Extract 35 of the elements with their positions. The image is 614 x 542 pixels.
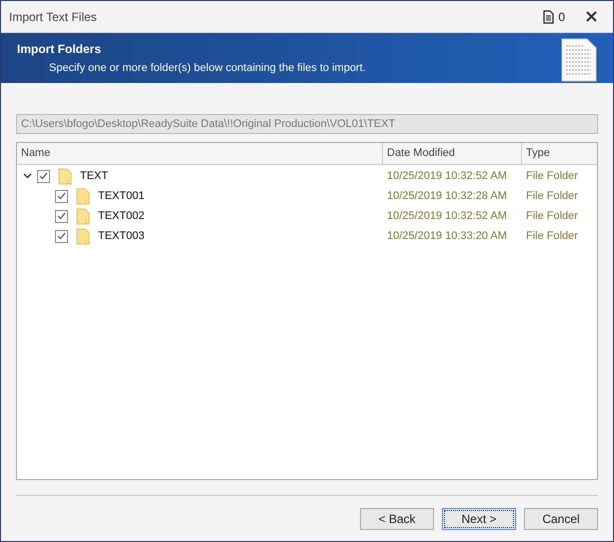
folder-icon [58, 168, 72, 184]
folder-name: TEXT002 [98, 208, 144, 224]
table-cell-text: File Folder [525, 168, 578, 184]
table-cell-text: File Folder [525, 208, 578, 224]
folder-name: TEXT003 [98, 228, 144, 244]
table-cell-text: 10/25/2019 10:32:52 AM [386, 168, 508, 184]
checkbox[interactable] [37, 170, 50, 182]
table-cell-text: File Folder [525, 228, 578, 244]
dialog-button[interactable]: Next > [442, 508, 516, 530]
column-header[interactable]: Name [17, 143, 383, 164]
table-cell-text: File Folder [525, 188, 578, 204]
banner-subtitle: Specify one or more folder(s) below containing the files to import. [48, 60, 367, 76]
table-cell-text: 10/25/2019 10:32:52 AM [386, 208, 508, 224]
banner-title: Import Folders [17, 40, 102, 58]
document-icon [543, 10, 554, 24]
column-header[interactable]: Date Modified [383, 143, 522, 164]
folder-icon [76, 188, 90, 204]
checkbox[interactable] [55, 210, 68, 222]
file-count: 0 [558, 8, 565, 26]
chevron-down-icon[interactable] [22, 173, 32, 179]
window-title: Import Text Files [9, 8, 98, 26]
column-header[interactable]: Type [522, 143, 597, 164]
folder-icon [76, 208, 90, 224]
dialog-button[interactable]: Cancel [524, 508, 598, 530]
table-cell-text: 10/25/2019 10:33:20 AM [386, 228, 508, 244]
checkbox[interactable] [55, 190, 68, 202]
document-icon [561, 38, 597, 82]
path-field[interactable]: C:\Users\bfogo\Desktop\ReadySuite Data\!!Original Production\VOL01\TEXT [16, 114, 598, 134]
folder-icon [76, 228, 90, 244]
dialog-button[interactable]: < Back [360, 508, 434, 530]
checkbox[interactable] [55, 230, 68, 242]
close-icon [586, 11, 596, 22]
folder-name: TEXT [80, 168, 108, 184]
folder-name: TEXT001 [98, 188, 144, 204]
table-cell-text: 10/25/2019 10:32:28 AM [386, 188, 508, 204]
